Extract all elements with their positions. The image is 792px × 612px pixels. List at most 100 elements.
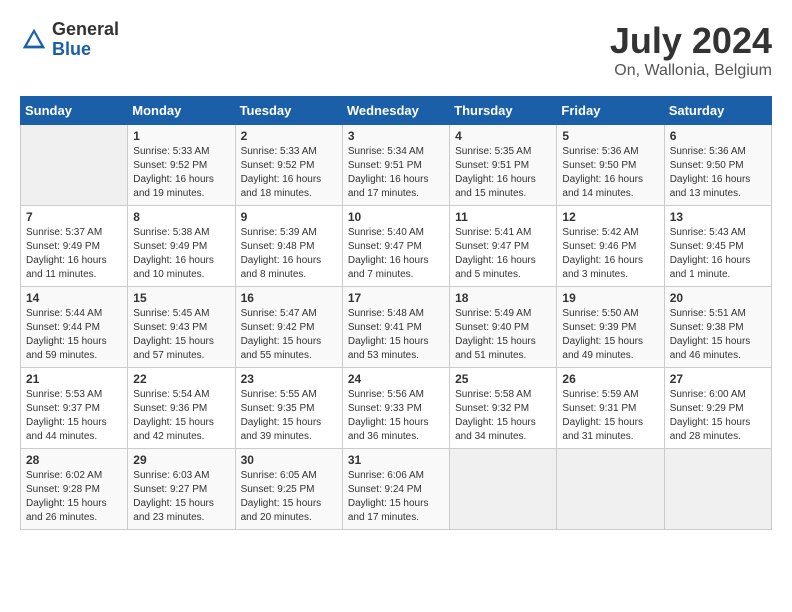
day-info: Sunrise: 5:33 AMSunset: 9:52 PMDaylight:… [133, 145, 229, 201]
day-number: 8 [133, 210, 229, 224]
day-number: 17 [348, 291, 444, 305]
calendar-cell: 7 Sunrise: 5:37 AMSunset: 9:49 PMDayligh… [21, 206, 128, 287]
calendar-cell: 4 Sunrise: 5:35 AMSunset: 9:51 PMDayligh… [450, 125, 557, 206]
col-sunday: Sunday [21, 97, 128, 125]
calendar-table: Sunday Monday Tuesday Wednesday Thursday… [20, 96, 772, 530]
calendar-cell: 22 Sunrise: 5:54 AMSunset: 9:36 PMDaylig… [128, 368, 235, 449]
day-info: Sunrise: 5:42 AMSunset: 9:46 PMDaylight:… [562, 226, 658, 282]
calendar-cell: 19 Sunrise: 5:50 AMSunset: 9:39 PMDaylig… [557, 287, 664, 368]
day-number: 31 [348, 453, 444, 467]
col-wednesday: Wednesday [342, 97, 449, 125]
day-info: Sunrise: 5:50 AMSunset: 9:39 PMDaylight:… [562, 307, 658, 363]
calendar-cell: 9 Sunrise: 5:39 AMSunset: 9:48 PMDayligh… [235, 206, 342, 287]
day-number: 29 [133, 453, 229, 467]
day-number: 30 [241, 453, 337, 467]
day-number: 27 [670, 372, 766, 386]
calendar-cell: 28 Sunrise: 6:02 AMSunset: 9:28 PMDaylig… [21, 449, 128, 530]
day-info: Sunrise: 5:55 AMSunset: 9:35 PMDaylight:… [241, 388, 337, 444]
day-number: 19 [562, 291, 658, 305]
calendar-cell: 14 Sunrise: 5:44 AMSunset: 9:44 PMDaylig… [21, 287, 128, 368]
day-number: 3 [348, 129, 444, 143]
calendar-cell: 2 Sunrise: 5:33 AMSunset: 9:52 PMDayligh… [235, 125, 342, 206]
calendar-cell: 1 Sunrise: 5:33 AMSunset: 9:52 PMDayligh… [128, 125, 235, 206]
day-number: 26 [562, 372, 658, 386]
calendar-cell: 6 Sunrise: 5:36 AMSunset: 9:50 PMDayligh… [664, 125, 771, 206]
calendar-cell: 5 Sunrise: 5:36 AMSunset: 9:50 PMDayligh… [557, 125, 664, 206]
calendar-week-row: 21 Sunrise: 5:53 AMSunset: 9:37 PMDaylig… [21, 368, 772, 449]
day-number: 5 [562, 129, 658, 143]
day-info: Sunrise: 5:49 AMSunset: 9:40 PMDaylight:… [455, 307, 551, 363]
day-number: 13 [670, 210, 766, 224]
calendar-cell: 12 Sunrise: 5:42 AMSunset: 9:46 PMDaylig… [557, 206, 664, 287]
calendar-cell: 13 Sunrise: 5:43 AMSunset: 9:45 PMDaylig… [664, 206, 771, 287]
calendar-cell: 24 Sunrise: 5:56 AMSunset: 9:33 PMDaylig… [342, 368, 449, 449]
calendar-cell: 11 Sunrise: 5:41 AMSunset: 9:47 PMDaylig… [450, 206, 557, 287]
day-number: 23 [241, 372, 337, 386]
col-tuesday: Tuesday [235, 97, 342, 125]
day-info: Sunrise: 5:48 AMSunset: 9:41 PMDaylight:… [348, 307, 444, 363]
calendar-cell: 16 Sunrise: 5:47 AMSunset: 9:42 PMDaylig… [235, 287, 342, 368]
calendar-cell: 8 Sunrise: 5:38 AMSunset: 9:49 PMDayligh… [128, 206, 235, 287]
day-number: 12 [562, 210, 658, 224]
calendar-cell: 25 Sunrise: 5:58 AMSunset: 9:32 PMDaylig… [450, 368, 557, 449]
day-info: Sunrise: 5:54 AMSunset: 9:36 PMDaylight:… [133, 388, 229, 444]
day-number: 2 [241, 129, 337, 143]
calendar-cell: 29 Sunrise: 6:03 AMSunset: 9:27 PMDaylig… [128, 449, 235, 530]
calendar-cell [21, 125, 128, 206]
day-info: Sunrise: 6:03 AMSunset: 9:27 PMDaylight:… [133, 469, 229, 525]
calendar-cell: 15 Sunrise: 5:45 AMSunset: 9:43 PMDaylig… [128, 287, 235, 368]
calendar-cell: 21 Sunrise: 5:53 AMSunset: 9:37 PMDaylig… [21, 368, 128, 449]
col-thursday: Thursday [450, 97, 557, 125]
day-number: 6 [670, 129, 766, 143]
day-info: Sunrise: 5:39 AMSunset: 9:48 PMDaylight:… [241, 226, 337, 282]
day-number: 1 [133, 129, 229, 143]
calendar-cell [557, 449, 664, 530]
logo: General Blue [20, 20, 119, 60]
day-info: Sunrise: 5:40 AMSunset: 9:47 PMDaylight:… [348, 226, 444, 282]
day-number: 25 [455, 372, 551, 386]
day-info: Sunrise: 5:34 AMSunset: 9:51 PMDaylight:… [348, 145, 444, 201]
col-friday: Friday [557, 97, 664, 125]
calendar-cell [664, 449, 771, 530]
day-info: Sunrise: 5:35 AMSunset: 9:51 PMDaylight:… [455, 145, 551, 201]
calendar-cell: 23 Sunrise: 5:55 AMSunset: 9:35 PMDaylig… [235, 368, 342, 449]
day-info: Sunrise: 5:37 AMSunset: 9:49 PMDaylight:… [26, 226, 122, 282]
day-info: Sunrise: 5:51 AMSunset: 9:38 PMDaylight:… [670, 307, 766, 363]
col-monday: Monday [128, 97, 235, 125]
day-number: 28 [26, 453, 122, 467]
calendar-cell: 30 Sunrise: 6:05 AMSunset: 9:25 PMDaylig… [235, 449, 342, 530]
day-info: Sunrise: 5:59 AMSunset: 9:31 PMDaylight:… [562, 388, 658, 444]
day-info: Sunrise: 6:06 AMSunset: 9:24 PMDaylight:… [348, 469, 444, 525]
location-subtitle: On, Wallonia, Belgium [610, 62, 772, 80]
calendar-week-row: 14 Sunrise: 5:44 AMSunset: 9:44 PMDaylig… [21, 287, 772, 368]
day-info: Sunrise: 5:47 AMSunset: 9:42 PMDaylight:… [241, 307, 337, 363]
day-number: 15 [133, 291, 229, 305]
day-info: Sunrise: 5:33 AMSunset: 9:52 PMDaylight:… [241, 145, 337, 201]
calendar-cell: 20 Sunrise: 5:51 AMSunset: 9:38 PMDaylig… [664, 287, 771, 368]
calendar-week-row: 7 Sunrise: 5:37 AMSunset: 9:49 PMDayligh… [21, 206, 772, 287]
day-info: Sunrise: 6:02 AMSunset: 9:28 PMDaylight:… [26, 469, 122, 525]
calendar-week-row: 28 Sunrise: 6:02 AMSunset: 9:28 PMDaylig… [21, 449, 772, 530]
logo-icon [20, 26, 48, 54]
calendar-cell: 27 Sunrise: 6:00 AMSunset: 9:29 PMDaylig… [664, 368, 771, 449]
day-number: 22 [133, 372, 229, 386]
day-number: 10 [348, 210, 444, 224]
day-info: Sunrise: 5:53 AMSunset: 9:37 PMDaylight:… [26, 388, 122, 444]
day-number: 11 [455, 210, 551, 224]
calendar-cell: 3 Sunrise: 5:34 AMSunset: 9:51 PMDayligh… [342, 125, 449, 206]
day-info: Sunrise: 5:56 AMSunset: 9:33 PMDaylight:… [348, 388, 444, 444]
calendar-header-row: Sunday Monday Tuesday Wednesday Thursday… [21, 97, 772, 125]
day-info: Sunrise: 5:44 AMSunset: 9:44 PMDaylight:… [26, 307, 122, 363]
calendar-week-row: 1 Sunrise: 5:33 AMSunset: 9:52 PMDayligh… [21, 125, 772, 206]
day-number: 18 [455, 291, 551, 305]
day-info: Sunrise: 5:45 AMSunset: 9:43 PMDaylight:… [133, 307, 229, 363]
day-number: 21 [26, 372, 122, 386]
calendar-cell [450, 449, 557, 530]
calendar-cell: 18 Sunrise: 5:49 AMSunset: 9:40 PMDaylig… [450, 287, 557, 368]
calendar-cell: 31 Sunrise: 6:06 AMSunset: 9:24 PMDaylig… [342, 449, 449, 530]
col-saturday: Saturday [664, 97, 771, 125]
day-info: Sunrise: 5:58 AMSunset: 9:32 PMDaylight:… [455, 388, 551, 444]
day-info: Sunrise: 5:36 AMSunset: 9:50 PMDaylight:… [670, 145, 766, 201]
day-number: 20 [670, 291, 766, 305]
day-info: Sunrise: 5:43 AMSunset: 9:45 PMDaylight:… [670, 226, 766, 282]
